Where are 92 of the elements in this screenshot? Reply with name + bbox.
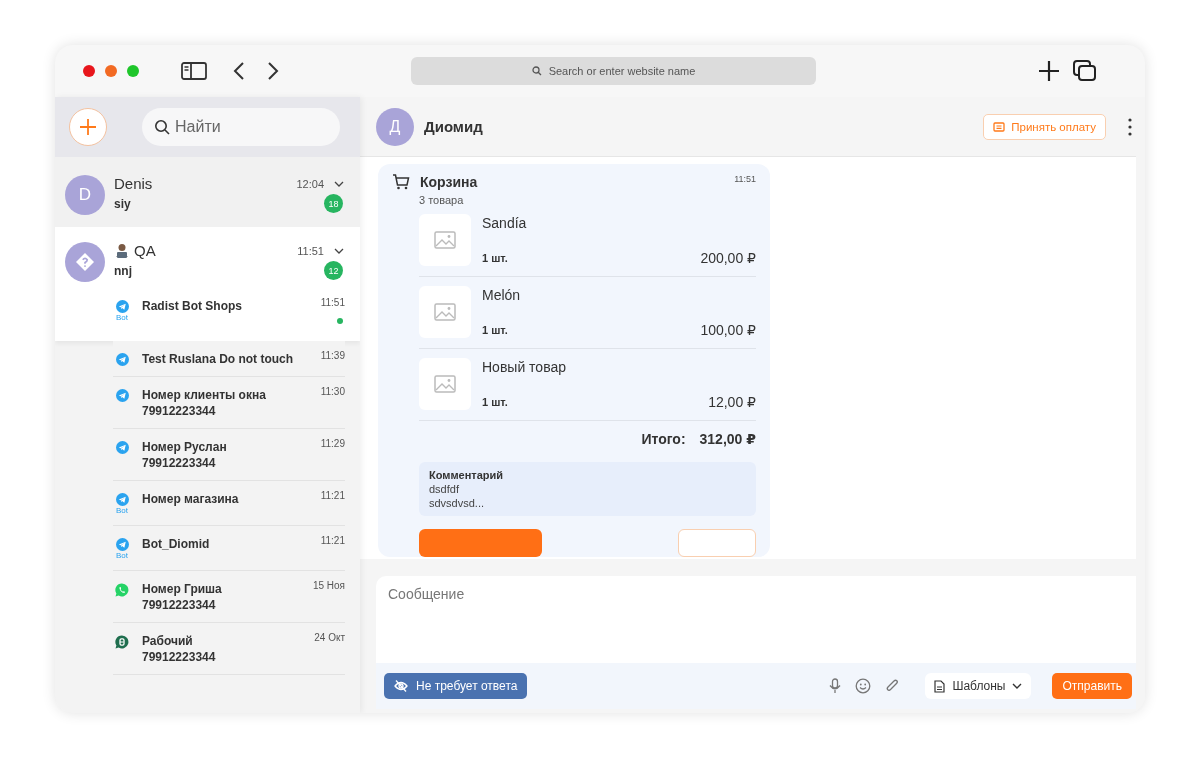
channel-time: 15 Ноя bbox=[312, 580, 345, 591]
cart-icon bbox=[392, 174, 410, 190]
image-placeholder-icon bbox=[434, 303, 456, 321]
total-label: Итого: bbox=[641, 431, 686, 447]
channel-name: Рабочий bbox=[142, 634, 194, 648]
chat-bubble-icon bbox=[115, 635, 129, 649]
minimize-button[interactable] bbox=[105, 65, 117, 77]
chat-item[interactable] bbox=[55, 227, 360, 675]
receipt-icon bbox=[993, 121, 1006, 132]
channel-name: Номер клиенты окна bbox=[142, 388, 267, 402]
search-icon bbox=[531, 66, 542, 76]
back-icon[interactable] bbox=[233, 62, 245, 80]
attachment-icon[interactable] bbox=[885, 678, 900, 694]
item-count: 3 товара bbox=[419, 194, 465, 206]
eye-off-icon bbox=[394, 679, 408, 693]
channel-time: 11:39 bbox=[320, 350, 345, 361]
channel-item[interactable]: Bot Radist Bot Shops 11:51 bbox=[55, 290, 360, 341]
telegram-icon bbox=[115, 389, 129, 402]
product-price: 200,00 ₽ bbox=[700, 250, 756, 266]
image-placeholder-icon bbox=[434, 231, 456, 249]
telegram-icon bbox=[115, 441, 129, 454]
product-price: 12,00 ₽ bbox=[708, 394, 756, 410]
image-placeholder-icon bbox=[434, 375, 456, 393]
product-price: 100,00 ₽ bbox=[700, 322, 756, 338]
cart-title: Корзина bbox=[420, 174, 479, 190]
telegram-icon bbox=[115, 353, 129, 366]
sidebar-icon[interactable] bbox=[181, 62, 207, 80]
chat-preview: nnj bbox=[114, 263, 132, 278]
chat-name: Denis bbox=[114, 175, 154, 192]
avatar-icon bbox=[65, 242, 105, 282]
unread-badge: 12 bbox=[324, 261, 343, 280]
bot-label: Bot bbox=[116, 313, 128, 322]
product-name: Melón bbox=[482, 287, 522, 303]
no-reply-button[interactable]: Не требует ответа bbox=[384, 673, 528, 699]
tabs-icon[interactable] bbox=[1073, 60, 1097, 82]
telegram-icon bbox=[115, 538, 129, 551]
chevron-down-icon[interactable] bbox=[334, 180, 344, 187]
channel-name: Номер Руслан bbox=[142, 440, 228, 454]
close-button[interactable] bbox=[83, 65, 95, 77]
channel-time: 11:51 bbox=[320, 297, 345, 308]
chat-time: 12:04 bbox=[296, 177, 324, 190]
address-bar[interactable]: Search or enter website name bbox=[411, 57, 816, 85]
bot-label: Bot bbox=[116, 506, 128, 515]
search-field[interactable]: Найти bbox=[142, 108, 340, 146]
bot-label: Bot bbox=[116, 551, 128, 560]
channel-time: 11:29 bbox=[320, 438, 345, 449]
channel-name: Номер Гриша bbox=[142, 582, 223, 596]
whatsapp-icon bbox=[115, 583, 129, 597]
message-time: 11:51 bbox=[734, 174, 756, 184]
plus-icon bbox=[79, 118, 97, 136]
avatar: D bbox=[65, 175, 105, 215]
channel-time: 24 Окт bbox=[314, 632, 345, 643]
product-quantity: 1 шт. bbox=[482, 252, 508, 264]
comment-text: sdvsdvsd... bbox=[429, 497, 486, 509]
channel-time: 11:21 bbox=[320, 535, 345, 546]
avatar: Д bbox=[376, 107, 414, 146]
phone-number: 79912223344 bbox=[142, 456, 217, 470]
channel-name: Test Ruslana Do not touch bbox=[142, 352, 295, 366]
total-amount: 312,00 ₽ bbox=[699, 431, 756, 447]
channel-time: 11:30 bbox=[320, 386, 345, 397]
product-quantity: 1 шт. bbox=[482, 396, 508, 408]
product-quantity: 1 шт. bbox=[482, 324, 508, 336]
contact-name: Диомид bbox=[424, 118, 484, 135]
templates-dropdown[interactable]: Шаблоны bbox=[925, 673, 1032, 699]
telegram-icon bbox=[115, 493, 129, 506]
add-button[interactable] bbox=[69, 108, 107, 146]
comment-text: dsdfdf bbox=[429, 483, 460, 495]
channel-name: Radist Bot Shops bbox=[142, 299, 243, 313]
channel-time: 11:21 bbox=[320, 490, 345, 501]
microphone-icon[interactable] bbox=[829, 678, 842, 694]
document-icon bbox=[934, 679, 946, 693]
message-field[interactable]: Сообщение bbox=[376, 576, 1136, 663]
phone-number: 79912223344 bbox=[142, 650, 217, 664]
channel-name: Номер магазина bbox=[142, 492, 240, 506]
product-name: Новый товар bbox=[482, 359, 567, 375]
phone-number: 79912223344 bbox=[142, 404, 217, 418]
phone-number: 79912223344 bbox=[142, 598, 217, 612]
comment-title: Комментарий bbox=[429, 469, 505, 481]
telegram-icon bbox=[115, 300, 129, 313]
person-laptop-icon bbox=[114, 242, 130, 259]
emoji-icon[interactable] bbox=[855, 678, 872, 694]
chat-preview: siy bbox=[114, 196, 131, 211]
product-name: Sandía bbox=[482, 215, 528, 231]
chevron-down-icon bbox=[1012, 683, 1023, 689]
channel-name: Bot_Diomid bbox=[142, 537, 211, 551]
chevron-down-icon[interactable] bbox=[334, 247, 344, 254]
new-tab-icon[interactable] bbox=[1038, 60, 1060, 82]
chat-name: QA bbox=[134, 242, 157, 259]
forward-icon[interactable] bbox=[267, 62, 279, 80]
chat-time: 11:51 bbox=[297, 244, 324, 257]
more-icon[interactable] bbox=[1128, 117, 1132, 136]
unread-badge: 18 bbox=[324, 194, 343, 213]
